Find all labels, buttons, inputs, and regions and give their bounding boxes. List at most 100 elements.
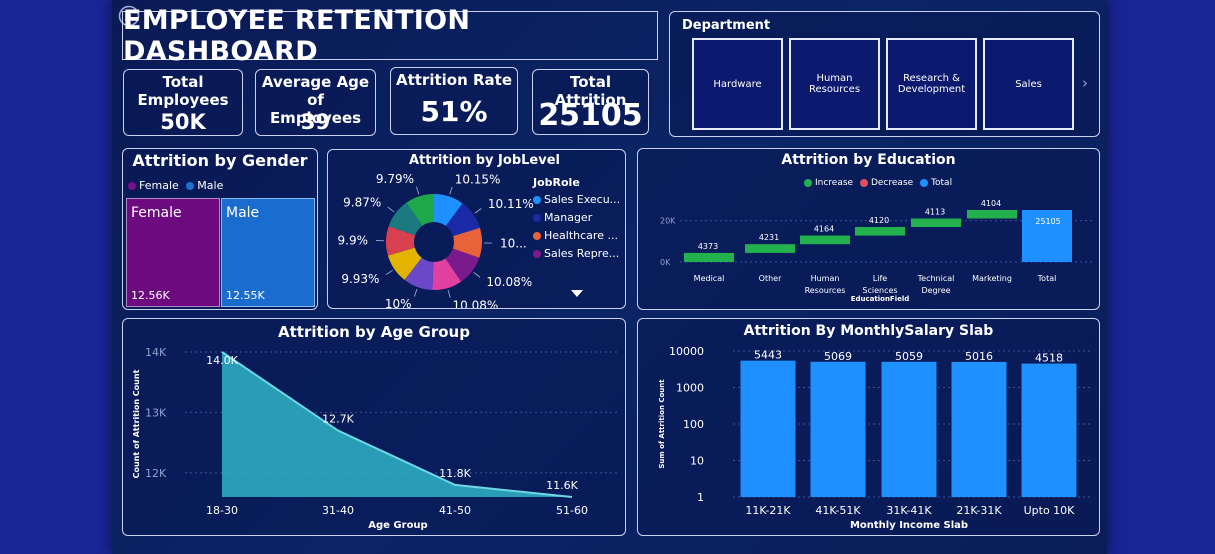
legend-label: Manager	[544, 211, 593, 224]
legend-swatch	[533, 232, 541, 240]
x-tick-label: Other	[759, 274, 782, 283]
kpi-card-total-attrition: Total Attrition 25105	[532, 69, 649, 135]
kpi-label: Employees	[137, 91, 229, 109]
point-value-label: 14.0K	[206, 354, 238, 367]
kpi-label: Average Age of	[261, 73, 370, 109]
legend-label: Male	[197, 179, 224, 192]
chevron-right-icon[interactable]: ›	[1082, 74, 1088, 92]
waterfall-bar[interactable]	[745, 244, 795, 253]
y-tick-label: 14K	[145, 346, 167, 359]
bar-value-label: 5059	[895, 350, 923, 363]
x-tick-label: Sciences	[862, 286, 897, 295]
waterfall-bar[interactable]	[800, 235, 850, 245]
legend-item-female[interactable]: Female	[128, 179, 179, 192]
department-tile-label: Human	[816, 73, 853, 84]
joblevel-chart-panel: Attrition by JobLevel 10.15% 10.11% 10... 1…	[327, 149, 626, 309]
donut-data-label: 10.15%	[455, 172, 501, 186]
legend-item-sales-executive[interactable]: Sales Execu...	[533, 193, 625, 206]
area-fill[interactable]	[222, 352, 572, 497]
point-value-label: 11.8K	[439, 467, 471, 480]
department-tile-label: Hardware	[713, 78, 762, 90]
donut-leader-line	[387, 206, 395, 213]
department-slicer-title: Department	[682, 18, 771, 33]
x-tick-label: Human	[811, 274, 840, 283]
treemap-value: 12.55K	[226, 289, 265, 302]
y-tick-label: 1	[697, 491, 704, 504]
x-tick-label: 18-30	[206, 504, 238, 517]
treemap-male[interactable]: Male 12.55K	[221, 198, 315, 307]
y-tick-label: 100	[683, 418, 704, 431]
donut-data-label: 10.08%	[486, 275, 532, 289]
chevron-down-icon[interactable]	[571, 290, 583, 297]
x-tick-label: 31K-41K	[886, 504, 932, 517]
donut-data-label: 10.11%	[488, 197, 533, 211]
donut-data-label: 9.87%	[343, 195, 381, 209]
x-axis-title: EducationField	[851, 295, 910, 303]
waterfall-bar[interactable]	[911, 218, 961, 228]
y-tick-label: 12K	[145, 467, 167, 480]
treemap-female[interactable]: Female 12.56K	[126, 198, 220, 307]
salary-bar[interactable]	[951, 361, 1007, 497]
department-tile-sales[interactable]: Sales	[983, 38, 1074, 130]
x-tick-label: Degree	[921, 286, 950, 295]
kpi-value: 39	[300, 110, 331, 134]
dashboard-canvas: EMPLOYEE RETENTION DASHBOARD Total Employ…	[112, 0, 1107, 554]
page-title-box: EMPLOYEE RETENTION DASHBOARD	[122, 5, 658, 67]
kpi-label: Total	[162, 73, 204, 91]
x-tick-label: Marketing	[972, 274, 1012, 283]
y-tick-label: 13K	[145, 406, 167, 419]
donut-data-label: 9.79%	[376, 172, 414, 186]
bar-value-label: 4518	[1035, 352, 1063, 365]
legend-label: Sales Execu...	[544, 193, 621, 206]
legend-item-healthcare[interactable]: Healthcare ...	[533, 229, 625, 242]
salary-bar[interactable]	[810, 361, 866, 497]
legend-item-sales-representative[interactable]: Sales Repre...	[533, 247, 625, 260]
waterfall-bar[interactable]	[967, 210, 1017, 219]
legend-swatch	[533, 250, 541, 258]
donut-data-label: 10.08%	[453, 298, 499, 308]
donut-leader-line	[447, 289, 451, 298]
department-tile-research-development[interactable]: Research & Development	[886, 38, 977, 130]
department-tile-label: Research &	[903, 73, 960, 84]
salary-bar[interactable]	[881, 361, 937, 497]
legend-item-male[interactable]: Male	[186, 179, 223, 192]
age-area-chart: 12K 13K 14K 14.0K 18-30 12.7K 31-40 11.8K 41-50 1…	[132, 346, 618, 531]
waterfall-bar[interactable]	[855, 227, 905, 236]
bar-value-label: 5443	[754, 349, 782, 362]
legend-swatch	[533, 214, 541, 222]
education-waterfall-chart: 20K 0K 4373 4231 4164 4120 4113 4104 25105 Medica…	[660, 199, 1093, 303]
gender-chart-panel: Attrition by Gender Female Male Female 1…	[122, 148, 318, 310]
kpi-label: Attrition Rate	[395, 71, 513, 89]
joblevel-legend: JobRole Sales Execu... Manager Healthcar…	[533, 176, 625, 260]
y-tick-label: 0K	[660, 258, 671, 267]
treemap-value: 12.56K	[131, 289, 170, 302]
legend-swatch	[533, 196, 541, 204]
x-tick-label: 41K-51K	[815, 504, 861, 517]
donut-leader-line	[413, 288, 418, 297]
department-tile-label: Sales	[1015, 78, 1042, 90]
x-tick-label: Upto 10K	[1024, 504, 1076, 517]
kpi-value: 51%	[420, 95, 488, 128]
salary-bar[interactable]	[1021, 363, 1077, 497]
donut-data-label: 9.9%	[338, 233, 369, 247]
waterfall-bar[interactable]	[684, 252, 734, 262]
department-tile-hardware[interactable]: Hardware	[692, 38, 783, 130]
salary-bar[interactable]	[740, 360, 796, 497]
donut-data-label: 10...	[500, 236, 527, 250]
donut-leader-line	[416, 186, 420, 195]
x-tick-label: Resources	[805, 286, 846, 295]
bar-value-label: 4104	[981, 199, 1001, 208]
education-chart-panel: Attrition by Education Increase Decrease…	[637, 148, 1100, 310]
gender-chart-title: Attrition by Gender	[132, 151, 308, 170]
department-tile-human-resources[interactable]: Human Resources	[789, 38, 880, 130]
kpi-card-attrition-rate: Attrition Rate 51%	[390, 67, 518, 135]
treemap-label: Male	[226, 205, 260, 221]
x-tick-label: Medical	[694, 274, 725, 283]
legend-label: Healthcare ...	[544, 229, 618, 242]
legend-item-manager[interactable]: Manager	[533, 211, 625, 224]
legend-swatch	[186, 182, 195, 190]
department-slicer: Department Hardware Human Resources Resea…	[669, 11, 1100, 137]
x-tick-label: 51-60	[556, 504, 588, 517]
x-axis-title: Monthly Income Slab	[850, 520, 968, 531]
department-tile-label: Resources	[808, 84, 861, 95]
